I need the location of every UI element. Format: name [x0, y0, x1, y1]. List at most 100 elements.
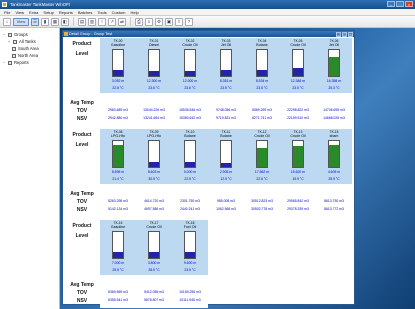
maximize-button[interactable]: □: [342, 31, 347, 37]
table-icon[interactable]: ▥: [88, 17, 96, 26]
row-label-tov: TOV: [76, 290, 88, 296]
menu-view[interactable]: View: [15, 9, 24, 15]
tank-level-value: 12.348 m: [290, 79, 306, 83]
menu-setup[interactable]: Setup: [43, 9, 53, 15]
tank-level-gauge: [220, 140, 232, 168]
alarm-icon[interactable]: !: [98, 17, 106, 26]
window-icon: [64, 32, 68, 36]
tank-level-fill: [329, 144, 339, 167]
tank-tile[interactable]: TK-05 Crude Oil 12.348 m 23.5 °C: [280, 38, 316, 93]
tank-strip: TK-16 Gasoline 7.000 m 25.5 °C TK-17 Crude Oi…: [100, 220, 208, 275]
tank-tile[interactable]: TK-04 Butane 8.534 m 23.5 °C: [244, 38, 280, 93]
tank-tile[interactable]: TK-18 Fuel Oil 9.600 m 23.5 °C: [172, 220, 208, 275]
report-icon[interactable]: ≡: [145, 17, 153, 26]
tank-temp-value: 23.5 °C: [292, 86, 304, 90]
menu-batches[interactable]: Batches: [78, 9, 92, 15]
close-button[interactable]: ×: [348, 31, 353, 37]
window-controls: – □ ×: [387, 1, 413, 7]
tank-nsv-value: 8271.741 m3: [252, 116, 272, 120]
tank-tile[interactable]: TK-09 LPG-Hfo 8.603 m 30.5 °C: [136, 129, 172, 184]
export-icon[interactable]: ⇪: [175, 17, 183, 26]
tank-tile[interactable]: TK-11 Butane 2.905 m 12.5 °C: [208, 129, 244, 184]
tank-nsv-value: 30502.778 m3: [251, 207, 273, 211]
collapse-icon[interactable]: −: [2, 32, 6, 37]
tank-temp-value: 23.5 °C: [220, 86, 232, 90]
minimize-button[interactable]: –: [336, 31, 341, 37]
tank-tile[interactable]: TK-16 Gasoline 7.000 m 25.5 °C: [100, 220, 136, 275]
expand-icon[interactable]: +: [7, 39, 11, 44]
collapse-icon[interactable]: −: [2, 60, 6, 65]
print-icon[interactable]: ⎙: [135, 17, 143, 26]
toolbar-separator: [73, 17, 74, 26]
tank-nsv-value: 13241.654 m3: [143, 116, 165, 120]
tank-product: Butane: [184, 134, 196, 138]
tank-product: Jet Oil: [220, 43, 232, 47]
tank-tov-value: 6369.659 m3: [108, 290, 128, 294]
menu-reports[interactable]: Reports: [59, 9, 73, 15]
list-view-icon[interactable]: ☰: [31, 17, 39, 26]
group-view-window: Detail Group - Group Test – □ × Product L…: [62, 30, 355, 308]
tree-node-reports[interactable]: − Reports: [2, 59, 57, 66]
row-label-avg-temp: Avg Temp: [70, 191, 94, 197]
group-view-icon[interactable]: ▦: [51, 17, 59, 26]
batch-icon[interactable]: ⇄: [118, 17, 126, 26]
tank-level-value: 16.358 m: [326, 79, 342, 83]
toolbar-separator: [130, 17, 131, 26]
close-button[interactable]: ×: [405, 1, 413, 7]
row-label-nsv: NSV: [76, 116, 88, 122]
tank-tile[interactable]: TK-02 Crude Oil 12.000 m 23.6 °C: [172, 38, 208, 93]
tank-temp-value: 15.9 °C: [292, 177, 304, 181]
row-label-product: Product: [72, 223, 92, 229]
tank-product: Butane: [220, 134, 232, 138]
minimize-button[interactable]: –: [387, 1, 395, 7]
tank-tile[interactable]: TK-01 Diesel 12.300 m 23.6 °C: [136, 38, 172, 93]
tank-tile[interactable]: TK-08 LPG-Hfo 8.595 m 21.4 °C: [100, 129, 136, 184]
tank-tile[interactable]: TK-15 sham 4.605 m 25.9 °C: [316, 129, 352, 184]
tank-level-fill: [329, 56, 339, 76]
detail-view-icon[interactable]: ◧: [61, 17, 69, 26]
menu-tools[interactable]: Tools: [97, 9, 106, 15]
menu-bar: File View Extra Setup Reports Batches To…: [0, 9, 415, 16]
menu-extra[interactable]: Extra: [29, 9, 38, 15]
tank-tile[interactable]: TK-06 Jet Oil 16.358 m 25.3 °C: [316, 38, 352, 93]
tree-node-groups[interactable]: − Groups: [2, 31, 57, 38]
settings-icon[interactable]: ⚙: [155, 17, 163, 26]
tree-node-all-tanks[interactable]: + All Tanks: [2, 38, 57, 45]
tank-tov-value: 985.008 m3: [217, 199, 235, 203]
tank-level-fill: [185, 251, 195, 258]
tank-nsv-value: 22169.510 m3: [287, 116, 309, 120]
tank-temp-value: 30.5 °C: [148, 177, 160, 181]
tank-level-value: 17.562 m: [254, 170, 270, 174]
tank-temp-value: 28.5 °C: [148, 268, 160, 272]
menu-custom[interactable]: Custom: [112, 9, 126, 15]
help-icon[interactable]: ?: [185, 17, 193, 26]
maximize-button[interactable]: □: [396, 1, 404, 7]
chart-icon[interactable]: ▤: [78, 17, 86, 26]
tank-tile[interactable]: TK-12 Crude Oil 17.562 m 22.6 °C: [244, 129, 280, 184]
tank-temp-value: 12.5 °C: [220, 177, 232, 181]
tank-tile[interactable]: TK-17 Crude Oil 3.800 m 28.5 °C: [136, 220, 172, 275]
menu-help[interactable]: Help: [130, 9, 138, 15]
trend-icon[interactable]: ↗: [108, 17, 116, 26]
window-icon[interactable]: ▣: [165, 17, 173, 26]
tank-tov-value: 6569.259 m3: [252, 108, 272, 112]
tank-level-gauge: [292, 140, 304, 168]
tank-level-value: 12.300 m: [146, 79, 162, 83]
row-label-nsv: NSV: [76, 298, 88, 304]
menu-file[interactable]: File: [4, 9, 10, 15]
row-label-level: Level: [75, 233, 89, 239]
tank-product: Crude Oil: [182, 43, 198, 47]
tree-node-north-area[interactable]: North Area: [2, 52, 57, 59]
tree-label: All Tanks: [19, 39, 36, 44]
view-button[interactable]: View: [13, 17, 29, 26]
tree-node-south-area[interactable]: South Area: [2, 45, 57, 52]
tank-temp-value: 22.5 °C: [184, 177, 196, 181]
row-label-avg-temp: Avg Temp: [70, 100, 94, 106]
tank-view-icon[interactable]: ▮: [41, 17, 49, 26]
tank-tile[interactable]: TK-00 Gasoline 3.052 m 22.8 °C: [100, 38, 136, 93]
tank-tile[interactable]: TK-03 Jet Oil 8.351 m 23.5 °C: [208, 38, 244, 93]
tank-level-value: 8.351 m: [219, 79, 233, 83]
tank-tile[interactable]: TK-13 Crude Oil 15.620 m 15.9 °C: [280, 129, 316, 184]
tank-tile[interactable]: TK-10 Butane 0.000 m 22.5 °C: [172, 129, 208, 184]
home-icon[interactable]: ⌂: [3, 17, 11, 26]
